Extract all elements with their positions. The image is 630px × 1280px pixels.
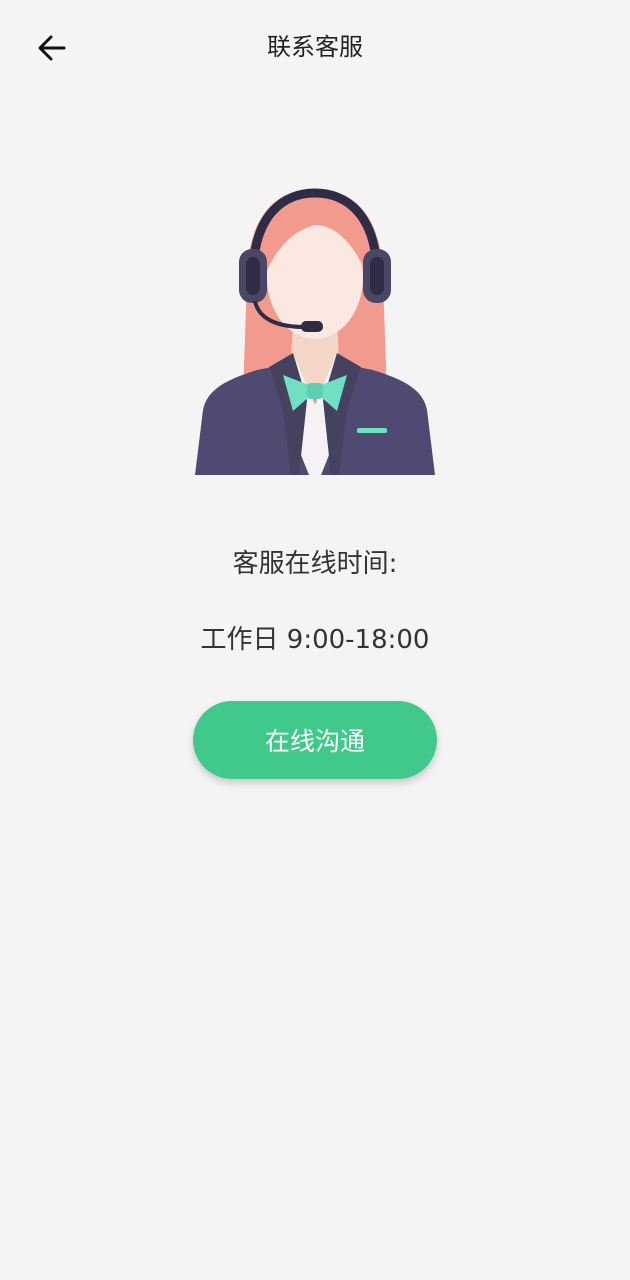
service-hours: 工作日 9:00-18:00 [200, 625, 430, 655]
online-chat-button[interactable]: 在线沟通 [193, 701, 437, 779]
top-bar: 联系客服 [0, 0, 630, 96]
customer-service-agent-illustration [195, 188, 435, 475]
contact-support-page: 联系客服 客服在线时间: 工作日 9:00-18:00 在线沟通 [0, 0, 630, 1280]
page-title: 联系客服 [267, 33, 363, 61]
online-time-label: 客服在线时间: [232, 549, 398, 579]
